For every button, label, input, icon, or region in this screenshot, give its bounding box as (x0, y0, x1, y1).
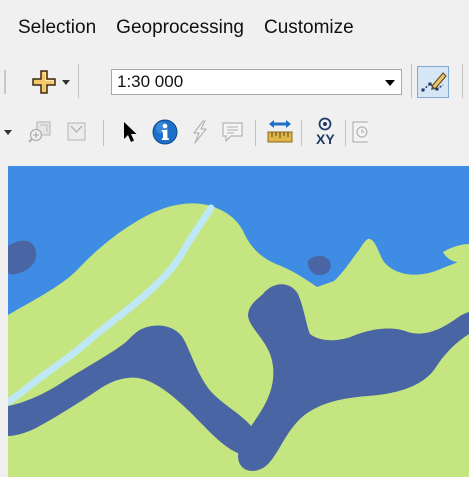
arcmap-window: Selection Geoprocessing Customize 1:30 0… (0, 0, 469, 477)
select-elements-button[interactable] (117, 119, 143, 145)
measure-button[interactable] (265, 117, 293, 143)
toolbar-separator (4, 70, 6, 94)
fixed-zoom-out-button[interactable] (64, 119, 90, 145)
toolbar-separator (103, 120, 104, 146)
map-canvas (8, 166, 469, 477)
fixed-zoom-in-icon (28, 121, 51, 143)
toolbar-separator (301, 120, 302, 146)
hyperlink-lightning-icon (193, 120, 207, 144)
identify-button[interactable] (151, 118, 178, 145)
menu-geoprocessing[interactable]: Geoprocessing (109, 0, 251, 56)
add-data-dropdown-arrow[interactable] (62, 80, 70, 85)
add-data-plus-icon (32, 70, 56, 94)
toolbar-separator (345, 120, 346, 146)
go-to-xy-button[interactable]: XY (310, 117, 340, 149)
toolbar-separator (255, 120, 256, 146)
time-slider-button[interactable] (352, 119, 372, 145)
hyperlink-button[interactable] (187, 119, 213, 145)
identify-icon (152, 119, 178, 145)
fixed-zoom-in-button[interactable] (27, 119, 53, 145)
editor-toolbar-icon (421, 72, 447, 92)
standard-toolbar: 1:30 000 (0, 62, 469, 102)
html-popup-button[interactable] (220, 119, 246, 145)
toolbar-separator (78, 64, 79, 98)
add-data-button[interactable] (32, 70, 56, 94)
fixed-zoom-out-icon (67, 122, 86, 141)
html-popup-icon (222, 122, 243, 143)
tools-toolbar: XY (0, 111, 469, 155)
measure-icon (267, 120, 293, 143)
map-display[interactable] (8, 166, 469, 477)
map-scale-value: 1:30 000 (117, 72, 184, 91)
editor-toolbar-button[interactable] (417, 66, 449, 98)
select-elements-arrow-icon (124, 122, 137, 142)
xy-label: XY (316, 131, 335, 147)
menu-customize[interactable]: Customize (257, 0, 361, 56)
toolbar-separator (462, 64, 463, 98)
map-scale-combobox[interactable]: 1:30 000 (111, 69, 402, 95)
go-to-xy-icon (318, 117, 332, 131)
tools-dropdown-arrow[interactable] (4, 130, 12, 135)
menu-bar: Selection Geoprocessing Customize (0, 0, 469, 56)
menu-selection[interactable]: Selection (11, 0, 103, 56)
time-slider-icon (352, 121, 372, 143)
toolbar-separator (411, 64, 412, 98)
scale-dropdown-arrow[interactable] (385, 80, 395, 86)
